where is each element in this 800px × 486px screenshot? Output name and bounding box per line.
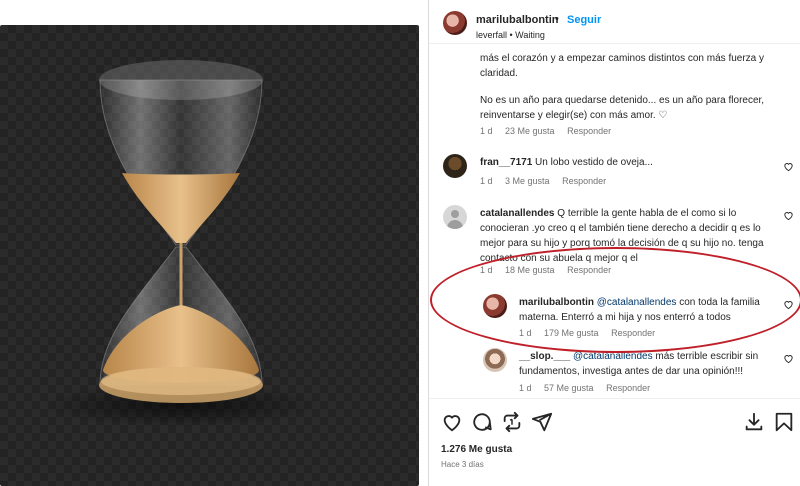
download-icon[interactable]	[743, 411, 765, 433]
caption-meta: 1 d 23 Me gusta Responder	[480, 126, 621, 136]
reply-meta: 1 d 179 Me gusta Responder	[519, 328, 665, 338]
caption-age: 1 d	[480, 126, 493, 136]
comment-body: fran__7171 Un lobo vestido de oveja...	[480, 155, 770, 170]
comment-likes[interactable]: 18 Me gusta	[505, 265, 555, 275]
comment-reply[interactable]: Responder	[567, 265, 611, 275]
comment-username[interactable]: fran__7171	[480, 157, 532, 168]
reply-username[interactable]: marilubalbontin	[519, 297, 594, 308]
reply-avatar[interactable]	[483, 294, 507, 318]
reply-avatar[interactable]	[483, 348, 507, 372]
post-media	[0, 0, 428, 486]
likes-count[interactable]: 1.276 Me gusta	[441, 444, 512, 455]
comment-age: 1 d	[480, 176, 493, 186]
comment-text: Un lobo vestido de oveja...	[535, 157, 653, 168]
post-time[interactable]: Hace 3 días	[441, 460, 484, 469]
audio-label[interactable]: leverfall • Waiting	[476, 30, 545, 40]
comment-age: 1 d	[480, 265, 493, 275]
commenter-avatar[interactable]	[443, 154, 467, 178]
comment-meta: 1 d 18 Me gusta Responder	[480, 265, 621, 275]
heart-icon[interactable]	[783, 353, 794, 364]
reply-reply[interactable]: Responder	[611, 328, 655, 338]
caption-text-1: más el corazón y a empezar caminos disti…	[480, 53, 765, 79]
caption-likes[interactable]: 23 Me gusta	[505, 126, 555, 136]
commenter-avatar[interactable]	[443, 205, 467, 229]
repost-icon[interactable]	[501, 411, 523, 433]
bookmark-icon[interactable]	[773, 411, 795, 433]
heart-icon[interactable]	[783, 210, 794, 221]
reply-likes[interactable]: 179 Me gusta	[544, 328, 599, 338]
reply-meta: 1 d 57 Me gusta Responder	[519, 383, 660, 393]
caption-reply[interactable]: Responder	[567, 126, 611, 136]
reply-body: marilubalbontin @catalanallendes con tod…	[519, 295, 769, 325]
comment-body: catalanallendes Q terrible la gente habl…	[480, 206, 770, 266]
post-actions: 1.276 Me gusta Hace 3 días	[429, 398, 800, 486]
reply-age: 1 d	[519, 328, 532, 338]
comments-panel: marilubalbontin • Seguir leverfall • Wai…	[429, 0, 800, 486]
heart-icon[interactable]	[441, 411, 463, 433]
comment-reply[interactable]: Responder	[562, 176, 606, 186]
comment-icon[interactable]	[471, 411, 493, 433]
caption-text-2: No es un año para quedarse detenido... e…	[480, 95, 765, 121]
reply-likes[interactable]: 57 Me gusta	[544, 383, 594, 393]
author-avatar[interactable]	[443, 11, 467, 35]
post-header: marilubalbontin • Seguir leverfall • Wai…	[429, 0, 800, 44]
follow-button[interactable]: Seguir	[567, 14, 601, 26]
share-icon[interactable]	[531, 411, 553, 433]
comment-meta: 1 d 3 Me gusta Responder	[480, 176, 616, 186]
comment-username[interactable]: catalanallendes	[480, 208, 554, 219]
reply-body: __slop.___ @catalanallendes más terrible…	[519, 349, 769, 379]
reply-username[interactable]: __slop.___	[519, 351, 570, 362]
heart-icon[interactable]	[783, 161, 794, 172]
reply-reply[interactable]: Responder	[606, 383, 650, 393]
header-separator: •	[555, 13, 559, 25]
comment-likes[interactable]: 3 Me gusta	[505, 176, 550, 186]
heart-icon[interactable]	[783, 299, 794, 310]
post-image-hourglass[interactable]	[0, 25, 419, 486]
reply-mention[interactable]: @catalanallendes	[597, 297, 677, 308]
author-username[interactable]: marilubalbontin	[476, 14, 559, 26]
reply-mention[interactable]: @catalanallendes	[573, 351, 653, 362]
reply-age: 1 d	[519, 383, 532, 393]
